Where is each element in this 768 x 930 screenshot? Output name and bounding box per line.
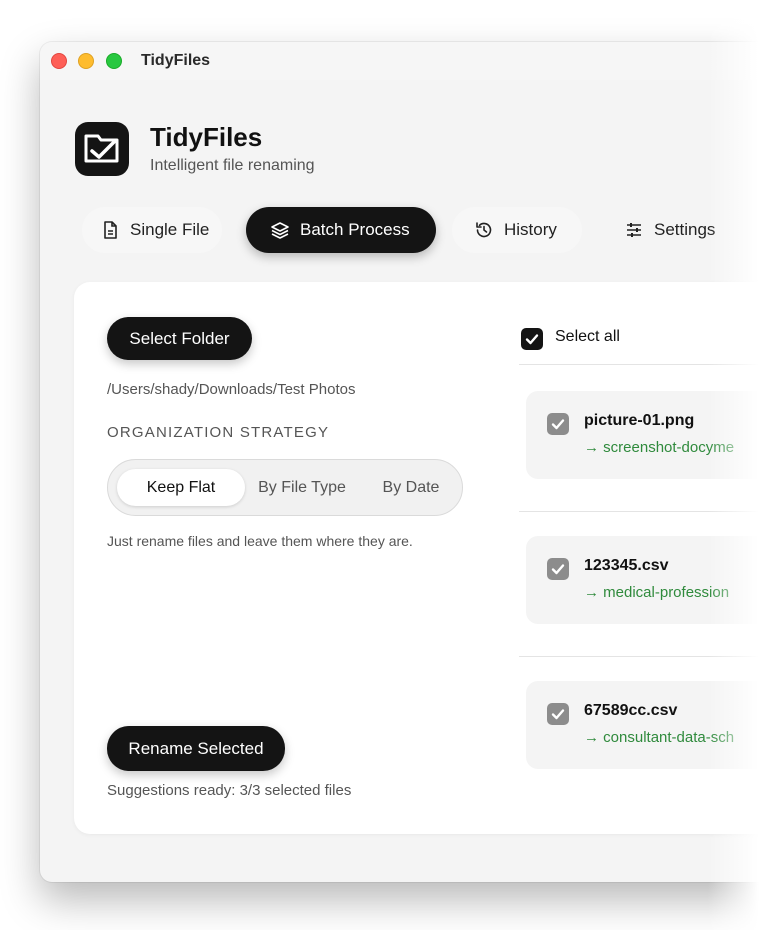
select-all-label[interactable]: Select all [555,328,620,346]
tab-batch-process[interactable]: Batch Process [246,207,436,253]
select-all-checkbox[interactable] [521,328,543,350]
file-item[interactable]: 67589cc.csv → consultant-data-sch [526,681,768,769]
strategy-description: Just rename files and leave them where t… [107,533,413,549]
batch-panel: Select Folder /Users/shady/Downloads/Tes… [74,282,768,834]
folder-path: /Users/shady/Downloads/Test Photos [107,381,356,398]
tab-label: Single File [130,220,210,239]
close-window-button[interactable] [51,53,67,69]
tab-label: Batch Process [300,220,410,239]
tab-label: History [504,220,557,239]
tab-settings[interactable]: Settings [606,207,768,253]
history-icon [476,222,492,238]
app-subtitle: Intelligent file renaming [150,157,315,174]
file-name: 67589cc.csv [584,702,678,719]
file-checkbox[interactable] [547,558,569,580]
checkmark-icon [551,564,565,575]
file-checkbox[interactable] [547,413,569,435]
divider [519,511,768,512]
strategy-option-by-file-type[interactable]: By File Type [246,469,358,506]
document-icon [104,221,117,239]
tab-history[interactable]: History [452,207,582,253]
checkmark-icon [551,709,565,720]
strategy-option-keep-flat[interactable]: Keep Flat [117,469,245,506]
divider [519,364,768,365]
app-window: TidyFiles TidyFiles Intelligent file ren… [40,42,768,882]
divider [519,656,768,657]
file-suggested-name: → consultant-data-sch [584,729,735,746]
title-bar: TidyFiles [40,42,768,80]
tab-label: Settings [654,220,716,239]
app-name: TidyFiles [150,122,263,152]
minimize-window-button[interactable] [78,53,94,69]
app-logo-icon [75,122,129,176]
sliders-icon [627,223,641,237]
file-checkbox[interactable] [547,703,569,725]
zoom-window-button[interactable] [106,53,122,69]
rename-selected-button[interactable]: Rename Selected [107,726,285,771]
suggestions-status: Suggestions ready: 3/3 selected files [107,782,352,799]
checkmark-icon [525,334,539,345]
window-title: TidyFiles [141,52,211,69]
file-item[interactable]: picture-01.png → screenshot-docyme [526,391,768,479]
file-suggested-name: → screenshot-docyme [584,439,735,456]
layers-icon [271,222,289,239]
strategy-heading: ORGANIZATION STRATEGY [107,424,330,441]
checkmark-icon [551,419,565,430]
strategy-option-by-date[interactable]: By Date [363,469,459,506]
tab-single-file[interactable]: Single File [82,207,222,253]
file-name: 123345.csv [584,557,669,574]
select-folder-button[interactable]: Select Folder [107,317,252,360]
file-item[interactable]: 123345.csv → medical-profession [526,536,768,624]
file-suggested-name: → medical-profession [584,584,730,601]
file-name: picture-01.png [584,412,695,429]
strategy-segmented-control: Keep Flat By File Type By Date [107,459,463,516]
